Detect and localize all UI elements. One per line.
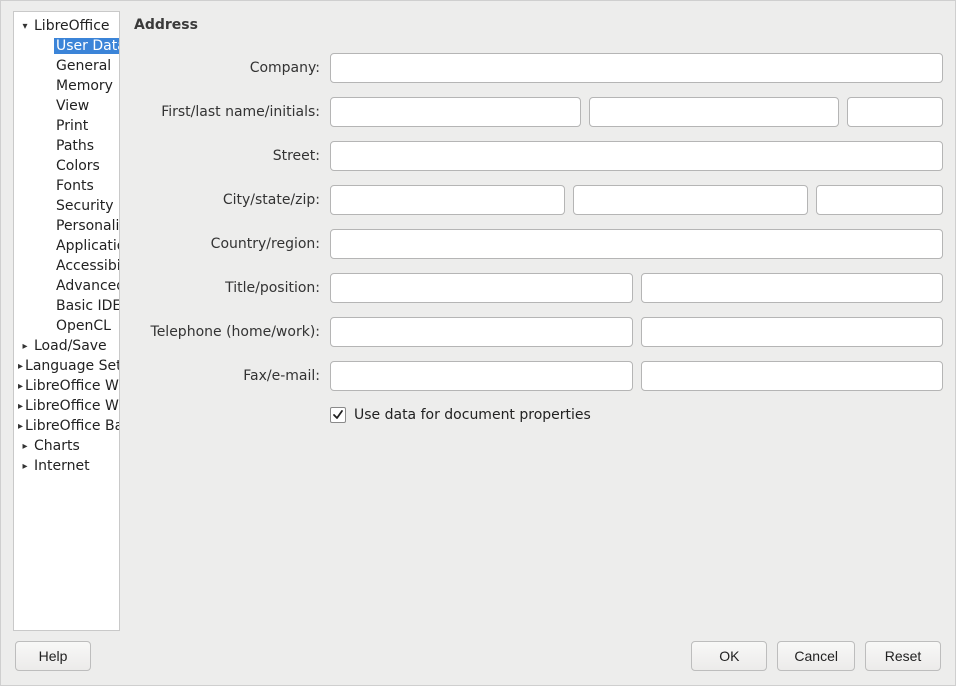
tree-label: Accessibility	[54, 258, 120, 274]
address-form: Company: First/last name/initials: Stree…	[132, 53, 943, 423]
label-company: Company:	[132, 60, 320, 76]
disclosure-right-icon[interactable]: ▸	[18, 461, 32, 472]
tree-item-fonts[interactable]: Fonts	[14, 176, 119, 196]
state-field[interactable]	[573, 185, 808, 215]
tree-label: Basic IDE Options	[54, 298, 120, 314]
button-bar: Help OK Cancel Reset	[1, 631, 955, 685]
cancel-button[interactable]: Cancel	[777, 641, 855, 671]
tree-item-advanced[interactable]: Advanced	[14, 276, 119, 296]
options-tree[interactable]: ▾ LibreOffice User Data General Memory V…	[13, 11, 120, 631]
row-phone: Telephone (home/work):	[132, 317, 943, 347]
tree-label: Load/Save	[32, 338, 109, 354]
check-icon	[332, 409, 344, 421]
tree-label: Personalization	[54, 218, 120, 234]
label-street: Street:	[132, 148, 320, 164]
tree-item-accessibility[interactable]: Accessibility	[14, 256, 119, 276]
tree-item-writer-web[interactable]: ▸ LibreOffice Writer/Web	[14, 396, 119, 416]
label-fax: Fax/e-mail:	[132, 368, 320, 384]
phone-work-field[interactable]	[641, 317, 944, 347]
use-data-checkbox-row: Use data for document properties	[330, 407, 943, 423]
use-data-checkbox[interactable]	[330, 407, 346, 423]
tree-item-user-data[interactable]: User Data	[14, 36, 119, 56]
label-title: Title/position:	[132, 280, 320, 296]
use-data-label: Use data for document properties	[354, 407, 591, 423]
tree-item-base[interactable]: ▸ LibreOffice Base	[14, 416, 119, 436]
company-field[interactable]	[330, 53, 943, 83]
position-field[interactable]	[641, 273, 944, 303]
tree-label: Paths	[54, 138, 96, 154]
tree-item-charts[interactable]: ▸ Charts	[14, 436, 119, 456]
tree-item-language-settings[interactable]: ▸ Language Settings	[14, 356, 119, 376]
tree-label: Memory	[54, 78, 115, 94]
tree-item-general[interactable]: General	[14, 56, 119, 76]
tree-item-internet[interactable]: ▸ Internet	[14, 456, 119, 476]
label-city: City/state/zip:	[132, 192, 320, 208]
disclosure-right-icon[interactable]: ▸	[18, 441, 32, 452]
city-field[interactable]	[330, 185, 565, 215]
initials-field[interactable]	[847, 97, 943, 127]
section-title: Address	[134, 17, 943, 33]
label-country: Country/region:	[132, 236, 320, 252]
row-street: Street:	[132, 141, 943, 171]
tree-label: Application Colors	[54, 238, 120, 254]
help-button[interactable]: Help	[15, 641, 91, 671]
tree-item-load-save[interactable]: ▸ Load/Save	[14, 336, 119, 356]
email-field[interactable]	[641, 361, 944, 391]
tree-label: View	[54, 98, 91, 114]
tree-item-colors[interactable]: Colors	[14, 156, 119, 176]
row-title: Title/position:	[132, 273, 943, 303]
content-panel: Address Company: First/last name/initial…	[132, 11, 943, 631]
tree-item-libreoffice[interactable]: ▾ LibreOffice	[14, 16, 119, 36]
ok-button[interactable]: OK	[691, 641, 767, 671]
tree-label: LibreOffice Base	[23, 418, 120, 434]
tree-label: Security	[54, 198, 116, 214]
tree-label: LibreOffice Writer/Web	[23, 398, 120, 414]
tree-item-writer[interactable]: ▸ LibreOffice Writer	[14, 376, 119, 396]
tree-label: Print	[54, 118, 90, 134]
street-field[interactable]	[330, 141, 943, 171]
disclosure-right-icon[interactable]: ▸	[18, 341, 32, 352]
disclosure-down-icon[interactable]: ▾	[18, 21, 32, 32]
reset-button[interactable]: Reset	[865, 641, 941, 671]
zip-field[interactable]	[816, 185, 943, 215]
tree-label: Charts	[32, 438, 82, 454]
tree-label: LibreOffice	[32, 18, 112, 34]
tree-label: OpenCL	[54, 318, 113, 334]
tree-item-personalization[interactable]: Personalization	[14, 216, 119, 236]
tree-item-basic-ide[interactable]: Basic IDE Options	[14, 296, 119, 316]
main-area: ▾ LibreOffice User Data General Memory V…	[1, 1, 955, 631]
tree-label: Colors	[54, 158, 102, 174]
tree-label: General	[54, 58, 113, 74]
first-name-field[interactable]	[330, 97, 581, 127]
last-name-field[interactable]	[589, 97, 840, 127]
tree-item-paths[interactable]: Paths	[14, 136, 119, 156]
country-field[interactable]	[330, 229, 943, 259]
row-city: City/state/zip:	[132, 185, 943, 215]
row-country: Country/region:	[132, 229, 943, 259]
tree-label: Fonts	[54, 178, 96, 194]
label-name: First/last name/initials:	[132, 104, 320, 120]
tree-label: User Data	[54, 38, 120, 54]
fax-field[interactable]	[330, 361, 633, 391]
tree-label: Language Settings	[23, 358, 120, 374]
tree-label: Advanced	[54, 278, 120, 294]
tree-label: LibreOffice Writer	[23, 378, 120, 394]
title-field[interactable]	[330, 273, 633, 303]
tree-item-memory[interactable]: Memory	[14, 76, 119, 96]
tree-item-view[interactable]: View	[14, 96, 119, 116]
phone-home-field[interactable]	[330, 317, 633, 347]
options-dialog: ▾ LibreOffice User Data General Memory V…	[0, 0, 956, 686]
tree-item-application-colors[interactable]: Application Colors	[14, 236, 119, 256]
tree-label: Internet	[32, 458, 92, 474]
label-phone: Telephone (home/work):	[132, 324, 320, 340]
row-company: Company:	[132, 53, 943, 83]
tree-item-security[interactable]: Security	[14, 196, 119, 216]
row-fax: Fax/e-mail:	[132, 361, 943, 391]
row-name: First/last name/initials:	[132, 97, 943, 127]
tree-item-opencl[interactable]: OpenCL	[14, 316, 119, 336]
tree-item-print[interactable]: Print	[14, 116, 119, 136]
